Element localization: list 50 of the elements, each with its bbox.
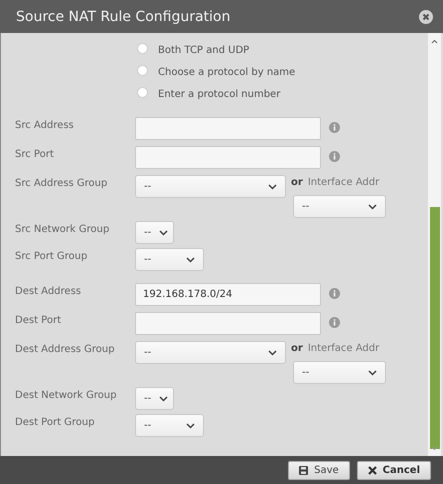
caret-icon bbox=[186, 422, 195, 428]
field-label: Src Port bbox=[15, 148, 55, 160]
field-label: Dest Address bbox=[15, 285, 82, 297]
radio-button[interactable] bbox=[137, 86, 148, 98]
radio-label: Choose a protocol by name bbox=[158, 66, 296, 78]
field-label: Dest Network Group bbox=[15, 389, 118, 401]
field-label: Src Address bbox=[15, 119, 75, 131]
caret-icon bbox=[268, 350, 277, 356]
caret-icon bbox=[159, 230, 168, 236]
field-label: Dest Port Group bbox=[15, 416, 96, 428]
info-icon bbox=[329, 288, 340, 299]
radio-button[interactable] bbox=[137, 64, 148, 76]
dropdown[interactable]: -- bbox=[135, 175, 286, 198]
alt-label: Interface Addr bbox=[308, 343, 380, 356]
cancel-button[interactable]: Cancel bbox=[356, 460, 431, 480]
dropdown[interactable]: -- bbox=[135, 221, 174, 244]
caret-icon bbox=[268, 184, 277, 190]
field-label: Src Address Group bbox=[15, 177, 108, 189]
dropdown[interactable]: -- bbox=[293, 361, 386, 384]
caret-icon bbox=[368, 370, 377, 376]
field-label: Dest Address Group bbox=[15, 343, 116, 355]
field-label: Src Port Group bbox=[15, 250, 88, 262]
input-field[interactable] bbox=[135, 146, 321, 169]
info-icon bbox=[329, 122, 340, 133]
dropdown[interactable]: -- bbox=[135, 414, 204, 437]
info-icon bbox=[329, 317, 340, 328]
or-text: or bbox=[291, 177, 303, 190]
radio-button[interactable] bbox=[137, 42, 148, 54]
radio-label: Both TCP and UDP bbox=[158, 44, 250, 56]
close-icon bbox=[368, 466, 377, 474]
info-icon bbox=[329, 151, 340, 162]
dropdown[interactable]: -- bbox=[135, 341, 286, 364]
scrollbar[interactable] bbox=[428, 33, 441, 456]
dropdown[interactable]: -- bbox=[135, 248, 204, 271]
dropdown[interactable]: -- bbox=[293, 195, 386, 218]
alt-label: Interface Addr bbox=[308, 177, 380, 190]
save-button[interactable]: Save bbox=[288, 460, 350, 480]
caret-icon bbox=[186, 256, 195, 262]
window-title: Source NAT Rule Configuration bbox=[16, 8, 230, 24]
input-field[interactable] bbox=[135, 117, 321, 140]
or-text: or bbox=[291, 343, 303, 356]
field-label: Src Network Group bbox=[15, 223, 110, 235]
field-label: Dest Port bbox=[15, 314, 62, 326]
close-icon[interactable] bbox=[419, 10, 433, 24]
radio-label: Enter a protocol number bbox=[158, 88, 280, 100]
input-field[interactable]: 192.168.178.0/24 bbox=[135, 283, 321, 306]
caret-icon bbox=[368, 204, 377, 210]
dropdown[interactable]: -- bbox=[135, 387, 174, 410]
input-field[interactable] bbox=[135, 312, 321, 335]
caret-icon bbox=[159, 396, 168, 402]
